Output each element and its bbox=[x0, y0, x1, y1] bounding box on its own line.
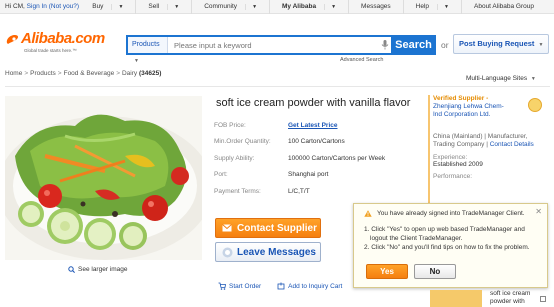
spec-key: Min.Order Quantity: bbox=[214, 138, 271, 146]
dialog-header: You have already signed into TradeManage… bbox=[354, 204, 547, 217]
breadcrumb-count: (34625) bbox=[138, 70, 162, 77]
close-icon[interactable]: ✕ bbox=[535, 207, 542, 216]
supplier-panel: Verified Supplier - Zhenjiang Lehwa Chem… bbox=[428, 95, 548, 203]
spec-key: Supply Ability: bbox=[214, 154, 255, 162]
spec-fob-price: FOB Price: Get Latest Price bbox=[214, 117, 414, 134]
breadcrumb-home[interactable]: Home bbox=[5, 70, 22, 77]
trademanager-dialog: You have already signed into TradeManage… bbox=[353, 203, 548, 288]
greeting: Hi CM, Sign In (Not you?) bbox=[5, 0, 79, 14]
logo-tagline: Global trade starts here.™ bbox=[24, 48, 77, 53]
gold-supplier-badge-icon bbox=[528, 98, 542, 112]
or-text: or bbox=[441, 40, 449, 50]
alibaba-logo[interactable]: Alibaba.com Global trade starts here.™ bbox=[5, 30, 115, 56]
chevron-down-icon: ▼ bbox=[538, 42, 544, 48]
breadcrumb-products[interactable]: Products bbox=[30, 70, 56, 77]
top-nav: Buy ▼ Sell ▼ Community ▼ My Alibaba ▼ Messag… bbox=[80, 0, 546, 14]
chevron-down-icon: ▼ bbox=[245, 4, 264, 10]
chevron-down-icon: ▼ bbox=[530, 76, 536, 82]
product-title: soft ice cream powder with vanilla flavo… bbox=[216, 97, 411, 109]
nav-help[interactable]: Help ▼ bbox=[402, 0, 461, 14]
chevron-down-icon: ▼ bbox=[437, 4, 455, 10]
sign-in-link[interactable]: Sign In bbox=[27, 3, 47, 10]
cart-icon bbox=[218, 282, 226, 290]
envelope-icon bbox=[222, 224, 232, 232]
related-product-card[interactable]: soft ice cream powder with bbox=[428, 288, 548, 307]
yes-button[interactable]: Yes bbox=[366, 264, 408, 279]
chevron-down-icon: ▼ bbox=[134, 58, 139, 64]
alibaba-logo-icon bbox=[6, 35, 19, 44]
order-actions: Start Order Add to Inquiry Cart bbox=[218, 282, 342, 290]
leave-messages-button[interactable]: Leave Messages bbox=[215, 242, 321, 262]
inquiry-cart-icon bbox=[277, 282, 285, 290]
performance-label: Performance: bbox=[433, 173, 473, 180]
advanced-search-link[interactable]: Advanced Search bbox=[340, 57, 383, 63]
spec-value: 100 Carton/Cartons bbox=[288, 138, 345, 146]
spec-value: Shanghai port bbox=[288, 171, 329, 179]
product-specs: FOB Price: Get Latest Price Min.Order Qu… bbox=[214, 117, 414, 200]
chat-icon bbox=[222, 247, 233, 257]
dialog-line-1b: logout the Client TradeManager. bbox=[370, 234, 463, 242]
chevron-down-icon: ▼ bbox=[167, 4, 186, 10]
breadcrumb-dairy[interactable]: Dairy bbox=[122, 70, 137, 77]
microphone-icon[interactable] bbox=[379, 37, 391, 53]
spec-min-order: Min.Order Quantity: 100 Carton/Cartons bbox=[214, 134, 414, 151]
multi-language-sites[interactable]: Multi-Language Sites ▼ bbox=[466, 75, 536, 82]
greeting-text: Hi CM, bbox=[5, 3, 25, 10]
search-button[interactable]: Search bbox=[391, 37, 436, 53]
nav-buy[interactable]: Buy ▼ bbox=[80, 0, 135, 14]
salad-plate-image bbox=[5, 96, 202, 260]
magnifier-icon bbox=[68, 266, 75, 273]
dialog-title: You have already signed into TradeManage… bbox=[377, 210, 525, 217]
contact-details-link[interactable]: Contact Details bbox=[490, 141, 534, 148]
post-buying-request-button[interactable]: Post Buying Request ▼ bbox=[453, 34, 549, 54]
supplier-location: China (Mainland) | Manufacturer, Trading … bbox=[433, 133, 534, 148]
search-input[interactable] bbox=[168, 37, 379, 53]
nav-community[interactable]: Community ▼ bbox=[191, 0, 269, 14]
dialog-line-2: 2. Click "No" and you'll find tips on ho… bbox=[364, 244, 530, 251]
search-bar: Products ▼ Search bbox=[126, 35, 436, 64]
logo-wordmark: Alibaba.com bbox=[21, 30, 105, 47]
related-product-thumbnail bbox=[430, 290, 482, 307]
chevron-down-icon: ▼ bbox=[324, 4, 343, 10]
search-category-select[interactable]: Products ▼ bbox=[128, 37, 168, 64]
divider bbox=[5, 86, 550, 87]
spec-value: L/C,T/T bbox=[288, 187, 310, 195]
spec-payment-terms: Payment Terms: L/C,T/T bbox=[214, 183, 414, 200]
contact-supplier-button[interactable]: Contact Supplier bbox=[215, 218, 321, 238]
established-text: Established 2009 bbox=[433, 161, 483, 168]
spec-port: Port: Shanghai port bbox=[214, 167, 414, 184]
get-latest-price-link[interactable]: Get Latest Price bbox=[288, 122, 338, 129]
see-larger-image-link[interactable]: See larger image bbox=[68, 266, 128, 273]
nav-my-alibaba[interactable]: My Alibaba ▼ bbox=[269, 0, 348, 14]
start-order-link[interactable]: Start Order bbox=[218, 282, 261, 290]
compare-checkbox[interactable] bbox=[540, 296, 546, 302]
spec-key: Payment Terms: bbox=[214, 187, 261, 195]
breadcrumb-food-beverage[interactable]: Food & Beverage bbox=[64, 70, 115, 77]
spec-supply-ability: Supply Ability: 100000 Carton/Cartons pe… bbox=[214, 150, 414, 167]
no-button[interactable]: No bbox=[414, 264, 456, 279]
warning-icon bbox=[364, 210, 372, 217]
spec-key: FOB Price: bbox=[214, 121, 246, 129]
chevron-down-icon: ▼ bbox=[111, 4, 130, 10]
dialog-line-1a: 1. Click "Yes" to open up web based Trad… bbox=[364, 226, 525, 233]
spec-value: 100000 Carton/Cartons per Week bbox=[288, 154, 386, 162]
dialog-body: 1. Click "Yes" to open up web based Trad… bbox=[364, 226, 530, 253]
spec-key: Port: bbox=[214, 171, 228, 179]
nav-about[interactable]: About Alibaba Group bbox=[461, 0, 546, 14]
product-image[interactable] bbox=[5, 96, 202, 260]
related-product-title: soft ice cream powder with bbox=[490, 290, 531, 305]
add-to-inquiry-cart-link[interactable]: Add to Inquiry Cart bbox=[277, 282, 342, 290]
top-bar: Hi CM, Sign In (Not you?) Buy ▼ Sell ▼ Com… bbox=[0, 0, 554, 14]
nav-messages[interactable]: Messages bbox=[348, 0, 403, 14]
experience-label: Experience: bbox=[433, 154, 468, 161]
not-you-link[interactable]: (Not you?) bbox=[49, 3, 79, 10]
nav-sell[interactable]: Sell ▼ bbox=[135, 0, 191, 14]
breadcrumb: Home > Products > Food & Beverage > Dairy (346… bbox=[5, 70, 162, 77]
